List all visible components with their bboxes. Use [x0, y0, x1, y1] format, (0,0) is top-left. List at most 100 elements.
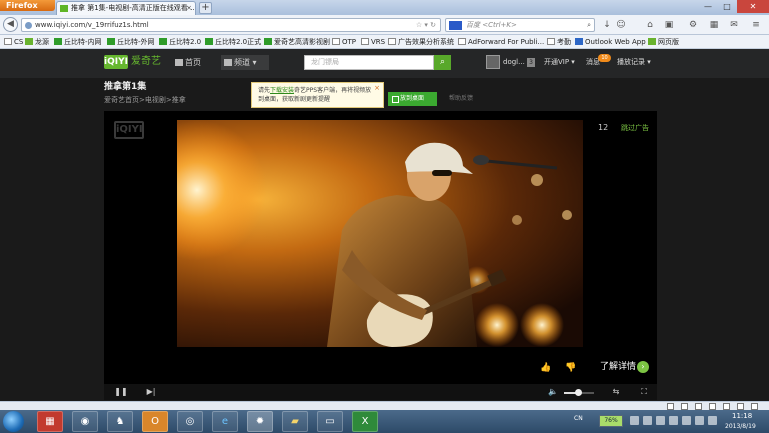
home-icon [175, 59, 183, 66]
excel-icon[interactable]: X [352, 411, 378, 432]
bookmark-item[interactable]: AdForward For Publi... [458, 35, 544, 48]
clock-time[interactable]: 11:18 [732, 412, 752, 421]
nav-channels[interactable]: 频道 ▾ [221, 55, 269, 70]
pause-button[interactable]: ❚❚ [114, 386, 128, 398]
browser-tabstrip: Firefox 推拿 第1集-电视剧-高清正版在线观看-... × + — □ … [0, 0, 769, 15]
site-search-button[interactable]: ⌕ [434, 55, 451, 70]
firefox-icon[interactable]: ✹ [247, 411, 273, 432]
mail-icon[interactable]: ✉ [728, 19, 740, 31]
bookmark-item[interactable]: Outlook Web App [575, 35, 646, 48]
tray-icon[interactable] [708, 416, 717, 425]
download-icon[interactable]: ↓ [601, 19, 613, 31]
address-bar[interactable]: www.iqiyi.com/v_19rrifuz1s.html ☆ ▾ ↻ [21, 18, 441, 32]
volume-tray-icon[interactable] [682, 416, 691, 425]
next-episode-button[interactable]: ▶| [144, 386, 158, 398]
breadcrumb[interactable]: 爱奇艺首页>电视剧>推拿 [104, 95, 186, 105]
skip-ad-button[interactable]: 跳过广告 [621, 123, 649, 133]
qq-icon[interactable]: ◉ [72, 411, 98, 432]
chevron-right-icon[interactable]: › [637, 361, 649, 373]
bookmark-item[interactable]: CS [4, 35, 23, 48]
site-header: iQIYI 爱奇艺 首页 频道 ▾ 龙门镖局 ⌕ dogl... 3 开通VIP… [0, 49, 769, 78]
add-to-desktop-button[interactable]: 放到桌面 [388, 92, 437, 106]
ie-icon[interactable]: e [212, 411, 238, 432]
bookmark-item[interactable]: 龙源 [25, 35, 49, 48]
download-link[interactable]: 下载安装 [270, 87, 294, 94]
maximize-button[interactable]: □ [718, 0, 736, 13]
input-language[interactable]: CN [574, 415, 583, 423]
volume-slider[interactable] [564, 389, 594, 396]
video-frame[interactable] [177, 120, 583, 347]
tab-close-icon[interactable]: × [186, 2, 192, 14]
new-tab-button[interactable]: + [199, 2, 212, 14]
addon-icon[interactable] [737, 403, 744, 410]
reload-icon[interactable]: ☆ ▾ ↻ [416, 19, 436, 31]
thumbs-down-icon[interactable]: 👎 [565, 363, 576, 373]
back-button[interactable]: ◀ [3, 17, 18, 32]
site-identity-icon[interactable] [25, 22, 32, 29]
addon-icon[interactable] [681, 403, 688, 410]
search-engine-icon[interactable] [449, 21, 462, 30]
bookmark-item[interactable]: 丘比特2.0正式 [205, 35, 261, 48]
avatar[interactable] [486, 55, 500, 69]
history-link[interactable]: 播放记录 ▾ [617, 55, 651, 70]
vip-link[interactable]: 开通VIP ▾ [544, 55, 575, 70]
addon-icon[interactable] [751, 403, 758, 410]
bookmark-item[interactable]: 网页版 [648, 35, 679, 48]
addon-icon[interactable] [709, 403, 716, 410]
grid-icon[interactable]: ▦ [708, 19, 720, 31]
addon-icon[interactable] [723, 403, 730, 410]
thumbs-up-icon[interactable]: 👍 [540, 363, 551, 373]
bookmark-item[interactable]: 丘比特2.0 [159, 35, 201, 48]
addon-icon[interactable]: ☺ [615, 19, 627, 31]
volume-icon[interactable]: 🔈 [547, 386, 559, 398]
folder-icon[interactable]: ▰ [282, 411, 308, 432]
bookmark-item[interactable]: VRS [361, 35, 385, 48]
gift-icon[interactable]: ▦ [37, 411, 63, 432]
iqiyi-logo-text[interactable]: 爱奇艺 [131, 55, 161, 69]
bookmark-icon [575, 38, 583, 45]
clock-date[interactable]: 2013/8/19 [725, 422, 756, 431]
bookmark-item[interactable]: 爱奇艺高清影视剧 [264, 35, 330, 48]
learn-more-link[interactable]: 了解详情 [600, 361, 636, 373]
bookmark-item[interactable]: OTP [332, 35, 356, 48]
tray-icon[interactable] [630, 416, 639, 425]
search-icon[interactable]: ⌕ [587, 19, 591, 31]
menu-icon[interactable]: ≡ [750, 19, 762, 31]
outlook-icon[interactable]: O [142, 411, 168, 432]
video-player[interactable]: iQIYI 12 跳过广告 👍 👎 了解详情 › ❚❚ ▶| 🔈 ⇆ ⛶ [104, 111, 657, 400]
url-text: www.iqiyi.com/v_19rrifuz1s.html [35, 21, 149, 29]
network-icon[interactable] [669, 416, 678, 425]
user-name[interactable]: dogl... [503, 55, 525, 70]
volume-knob[interactable] [574, 389, 582, 396]
addon-icon[interactable] [667, 403, 674, 410]
penguin-icon[interactable]: ♞ [107, 411, 133, 432]
bookmark-item[interactable]: 丘比特-内网 [54, 35, 102, 48]
window-icon[interactable]: ▣ [663, 19, 675, 31]
chrome-icon[interactable]: ◎ [177, 411, 203, 432]
tray-icon[interactable] [695, 416, 704, 425]
bookmark-item[interactable]: 广告效果分析系统 [388, 35, 454, 48]
bookmark-item[interactable]: 考勤 [547, 35, 571, 48]
window-icon[interactable]: ▭ [317, 411, 343, 432]
fullscreen-icon[interactable]: ⛶ [637, 386, 651, 398]
battery-indicator[interactable]: 76% [599, 415, 623, 427]
home-icon[interactable]: ⌂ [644, 19, 656, 31]
navigation-bar: ◀ www.iqiyi.com/v_19rrifuz1s.html ☆ ▾ ↻ … [0, 15, 769, 35]
swap-icon[interactable]: ⇆ [609, 386, 623, 398]
feedback-link[interactable]: 帮助反馈 [449, 94, 473, 104]
minimize-button[interactable]: — [699, 0, 717, 13]
browser-tab[interactable]: 推拿 第1集-电视剧-高清正版在线观看-... × [56, 1, 196, 15]
tray-icon[interactable] [643, 416, 652, 425]
firefox-menu-button[interactable]: Firefox [0, 0, 55, 11]
bookmark-item[interactable]: 丘比特-外网 [107, 35, 155, 48]
window-close-button[interactable]: ✕ [737, 0, 769, 13]
web-search-box[interactable]: 百度 <Ctrl+K> ⌕ [445, 18, 595, 32]
tools-icon[interactable]: ⚙ [687, 19, 699, 31]
nav-home[interactable]: 首页 [172, 55, 216, 70]
tooltip-close-icon[interactable]: × [374, 84, 380, 93]
start-button[interactable] [3, 411, 24, 432]
tray-icon[interactable] [656, 416, 665, 425]
addon-icon[interactable] [695, 403, 702, 410]
site-search-input[interactable]: 龙门镖局 [304, 55, 434, 70]
iqiyi-logo[interactable]: iQIYI [104, 55, 128, 69]
